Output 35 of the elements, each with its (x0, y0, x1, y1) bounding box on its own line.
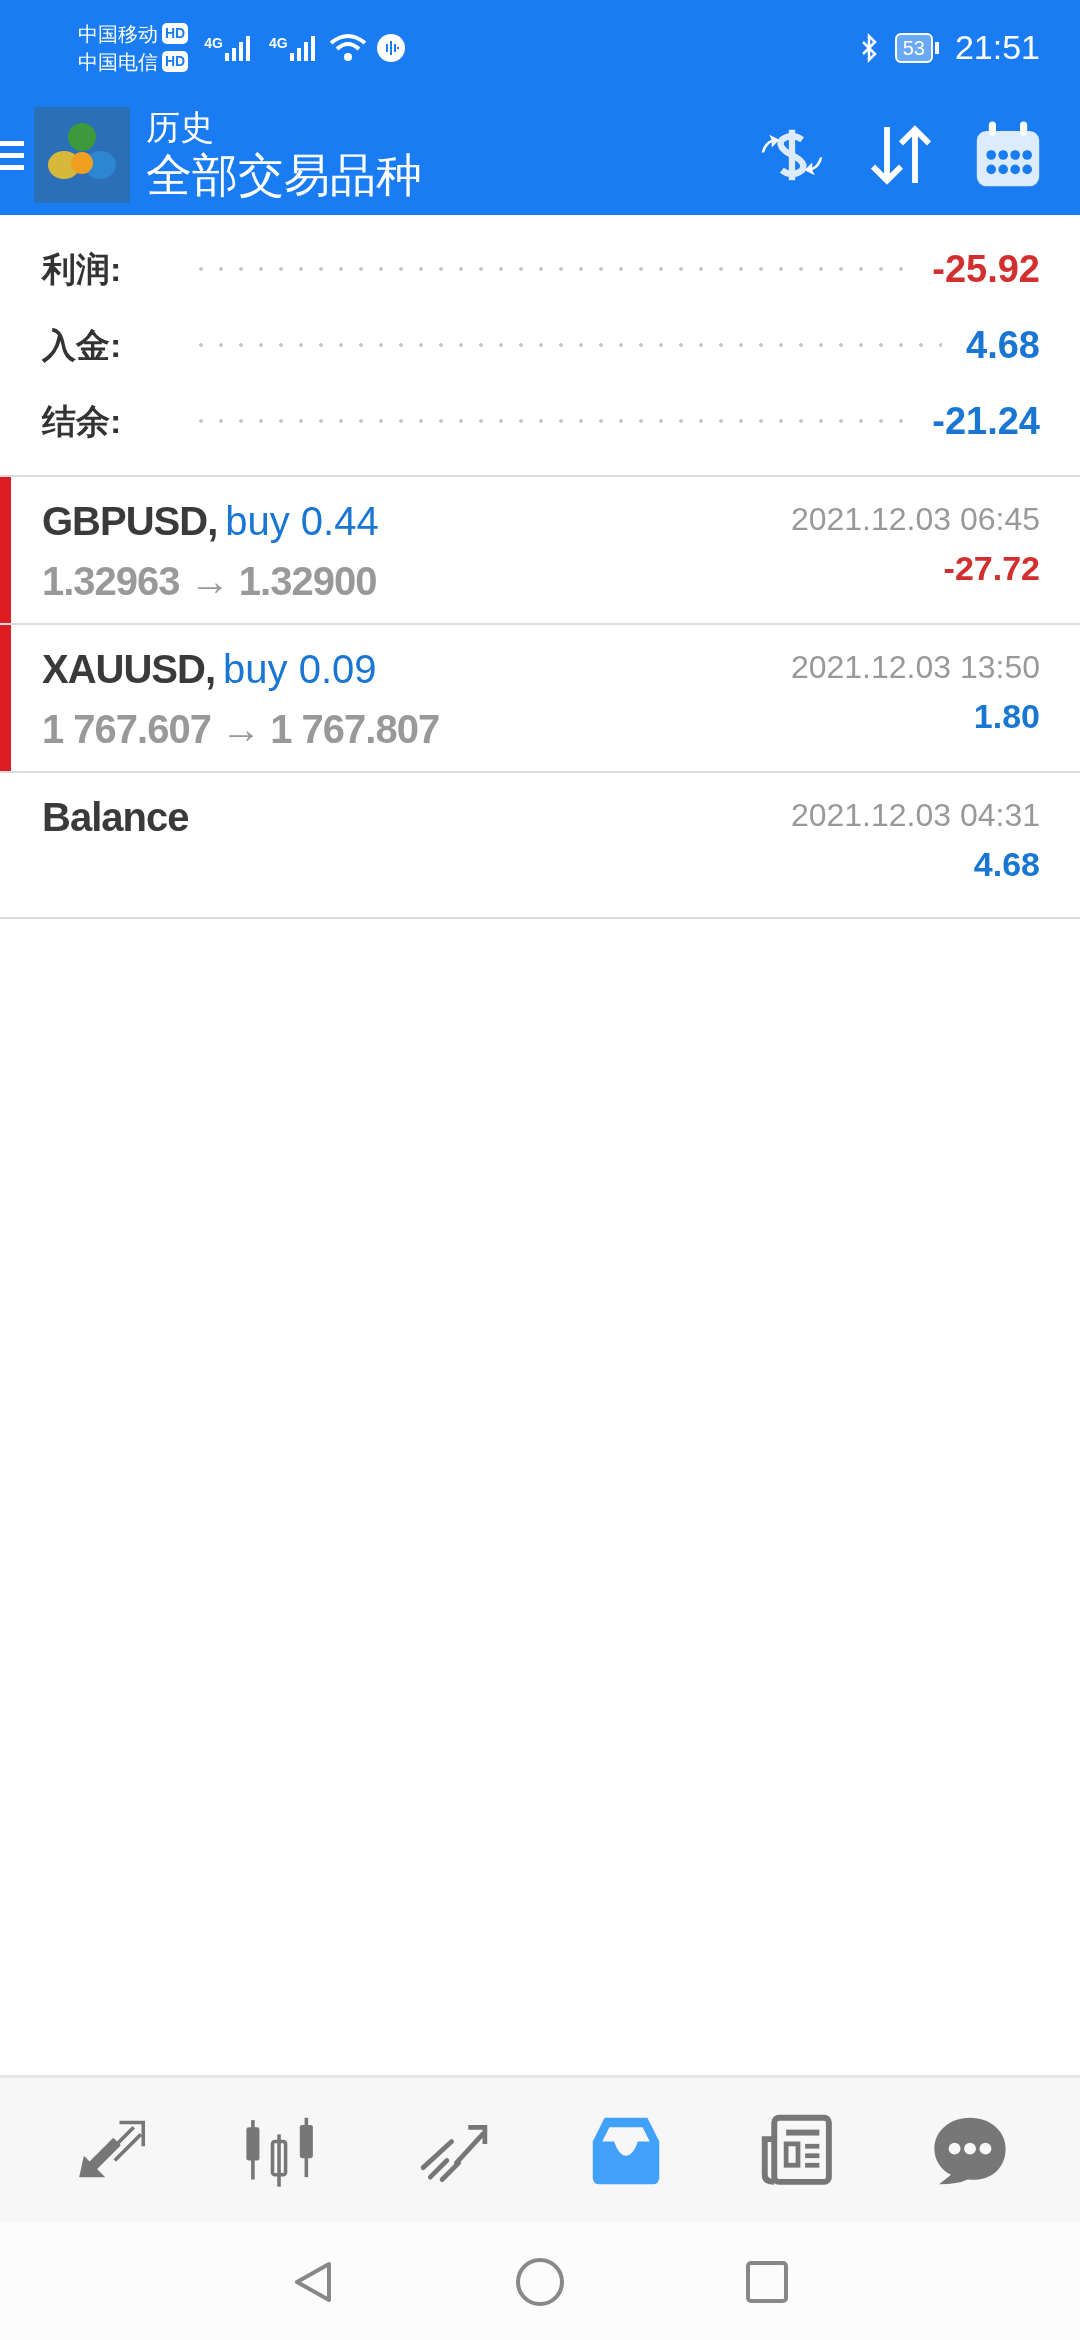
recents-icon[interactable] (745, 2259, 789, 2304)
home-icon[interactable] (515, 2256, 565, 2307)
deal-profit: 1.80 (973, 696, 1040, 737)
summary-value: 4.68 (966, 322, 1040, 368)
wifi-icon (327, 32, 368, 63)
hd-badge: HD (162, 51, 189, 72)
deal-profit: -27.72 (943, 548, 1040, 589)
deal-symbol: Balance (42, 794, 189, 841)
symbol-filter: 全部交易品种 (146, 148, 422, 203)
app-logo-icon (34, 107, 130, 203)
deal-symbol: GBPUSD, (42, 498, 218, 545)
deal-action: buy 0.09 (223, 646, 377, 693)
deal-time: 2021.12.03 04:31 (790, 796, 1040, 835)
summary-label: 结余: (42, 400, 122, 442)
carrier-name: 中国电信 (78, 49, 158, 75)
network-type: 4G (268, 33, 288, 53)
summary-value: -21.24 (932, 398, 1040, 444)
summary-label: 利润: (42, 248, 122, 290)
network-type: 4G (204, 33, 223, 53)
carrier-name: 中国移动 (78, 21, 158, 47)
deal-profit: 4.68 (973, 844, 1040, 885)
deal-time: 2021.12.03 13:50 (790, 648, 1040, 687)
hd-badge: HD (162, 23, 189, 44)
summary-label: 入金: (42, 324, 122, 366)
summary-value: -25.92 (932, 246, 1040, 292)
clock: 21:51 (954, 27, 1040, 68)
battery-level: 53 (894, 32, 933, 63)
deal-prices: 1.32963 → 1.32900 (42, 558, 378, 605)
deal-symbol: XAUUSD, (42, 646, 216, 693)
sound-wave-icon (375, 32, 406, 63)
deal-time: 2021.12.03 06:45 (790, 500, 1040, 539)
deal-prices: 1 767.607 → 1 767.807 (42, 706, 440, 753)
battery-tip-icon (934, 41, 939, 54)
screen-title: 历史 (146, 107, 215, 147)
deal-action: buy 0.44 (225, 498, 379, 545)
